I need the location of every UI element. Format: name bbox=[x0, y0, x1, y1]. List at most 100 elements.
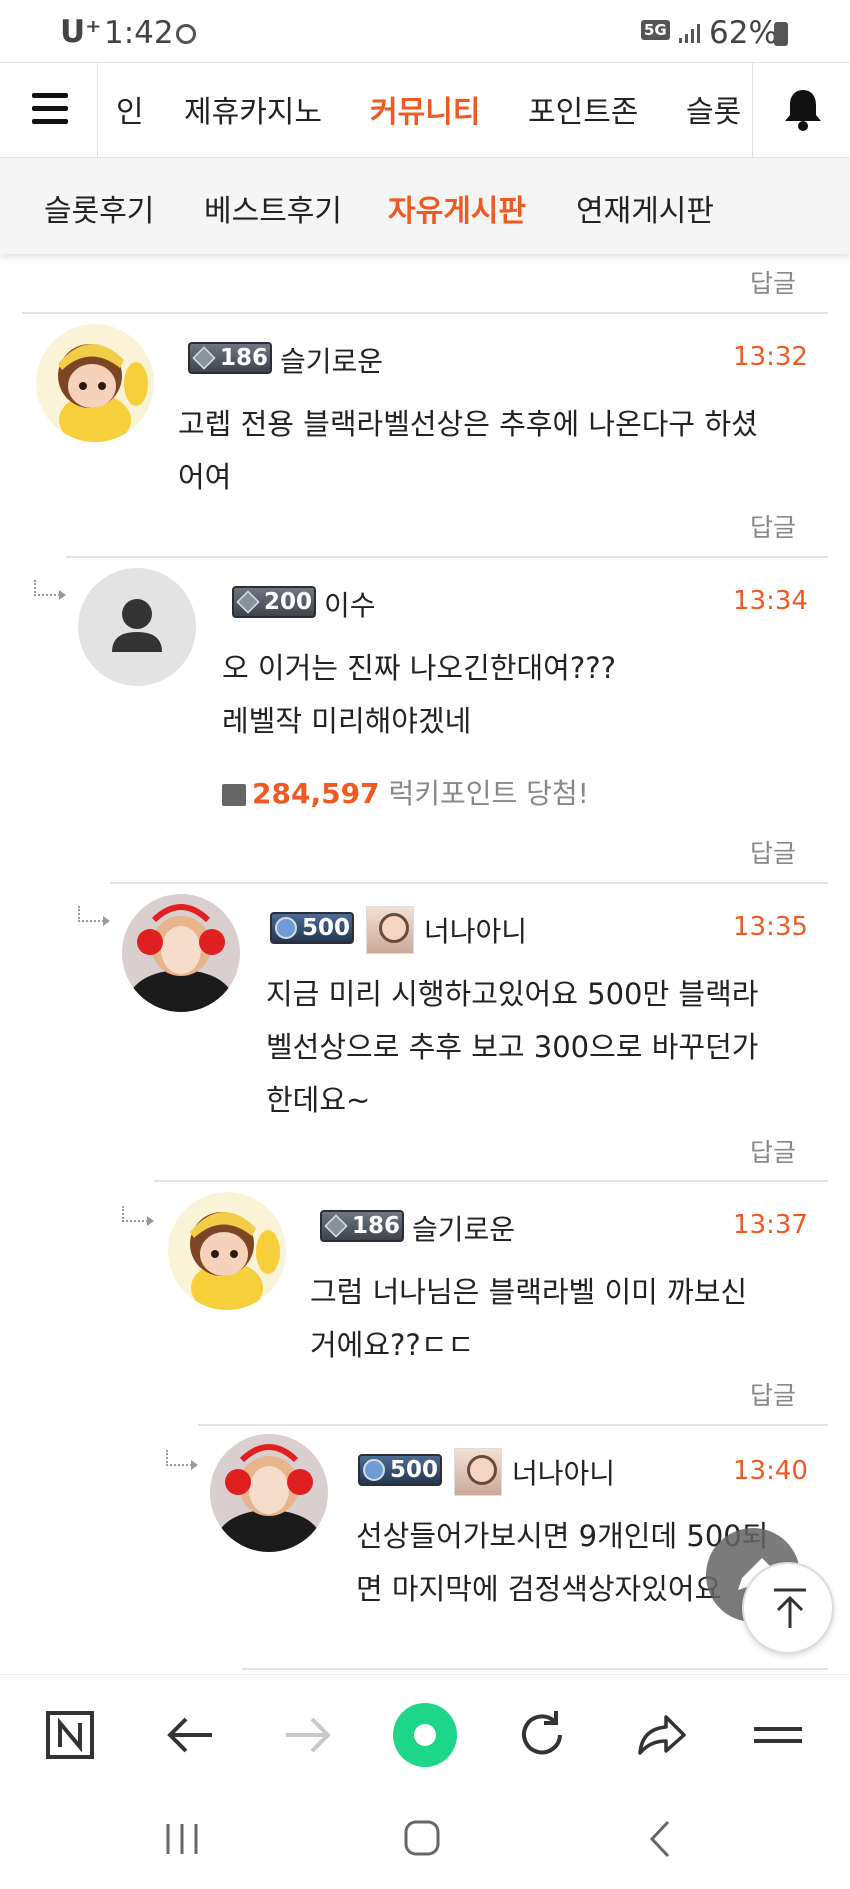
level-number: 500 bbox=[390, 1457, 439, 1483]
naver-home-button[interactable] bbox=[40, 1705, 100, 1765]
alarm-icon bbox=[176, 24, 196, 44]
hamburger-icon bbox=[32, 93, 68, 98]
comment-line: 벨선상으로 추후 보고 300으로 바꾸던가 bbox=[266, 1030, 759, 1064]
forward-button[interactable] bbox=[278, 1705, 338, 1765]
gift-icon bbox=[222, 784, 246, 806]
avatar-image bbox=[168, 1192, 286, 1310]
avatar[interactable] bbox=[122, 894, 240, 1012]
level-badge: 186 bbox=[188, 342, 272, 374]
system-back-button[interactable] bbox=[632, 1814, 692, 1864]
recent-apps-icon bbox=[166, 1824, 198, 1854]
reply-arrow-icon bbox=[34, 580, 66, 600]
reply-link[interactable]: 답글 bbox=[750, 264, 796, 300]
arrow-left-icon bbox=[167, 1717, 212, 1753]
signal-icon bbox=[679, 24, 700, 43]
level-number: 186 bbox=[220, 345, 269, 371]
reply-link[interactable]: 답글 bbox=[750, 508, 796, 544]
level-number: 200 bbox=[264, 589, 313, 615]
divider bbox=[110, 882, 828, 884]
browser-menu-button[interactable] bbox=[748, 1705, 808, 1765]
avatar-image bbox=[210, 1434, 328, 1552]
lucky-text: 럭키포인트 당첨! bbox=[388, 777, 589, 810]
level-badge: 200 bbox=[232, 586, 316, 618]
comment-time: 13:40 bbox=[733, 1456, 808, 1486]
menu-button[interactable] bbox=[0, 63, 98, 157]
comment-line: 선상들어가보시면 9개인데 500되 bbox=[356, 1519, 769, 1553]
status-bar: U⁺ 1:42 5G 62% bbox=[0, 0, 850, 62]
tab-community[interactable]: 커뮤니티 bbox=[370, 87, 480, 131]
tab-slot[interactable]: 슬롯 bbox=[686, 87, 741, 131]
divider bbox=[66, 556, 828, 558]
tab-best-review[interactable]: 베스트후기 bbox=[204, 186, 342, 230]
reply-arrow-icon bbox=[122, 1206, 154, 1226]
refresh-button[interactable] bbox=[512, 1705, 572, 1765]
level-number: 500 bbox=[302, 915, 351, 941]
comment-line: 그럼 너나님은 블랙라벨 이미 까보신 bbox=[310, 1275, 748, 1309]
comment-time: 13:37 bbox=[733, 1210, 808, 1240]
tab-serial-board[interactable]: 연재게시판 bbox=[576, 186, 714, 230]
hamburger-icon-line bbox=[32, 106, 68, 111]
comment-time: 13:34 bbox=[733, 586, 808, 616]
browser-toolbar bbox=[0, 1674, 850, 1794]
arrow-right-icon bbox=[286, 1717, 331, 1753]
tab-slot-review[interactable]: 슬롯후기 bbox=[44, 186, 154, 230]
level-icon bbox=[324, 1214, 348, 1238]
divider bbox=[198, 1424, 828, 1426]
system-nav-bar bbox=[0, 1794, 850, 1889]
share-icon bbox=[638, 1715, 686, 1755]
avatar[interactable] bbox=[78, 568, 196, 686]
share-button[interactable] bbox=[630, 1705, 690, 1765]
comment-line: 오 이거는 진짜 나오긴한대여??? bbox=[222, 651, 616, 685]
level-icon bbox=[236, 590, 260, 614]
sub-nav: 슬롯후기 베스트후기 자유게시판 연재게시판 bbox=[0, 158, 850, 254]
comment-time: 13:35 bbox=[733, 912, 808, 942]
network-badge: 5G bbox=[641, 20, 670, 40]
level-badge: 500 bbox=[270, 912, 354, 944]
naver-icon bbox=[46, 1711, 94, 1759]
nickname[interactable]: 너나아니 bbox=[512, 1452, 615, 1492]
reply-arrow-icon bbox=[78, 906, 110, 926]
recent-apps-button[interactable] bbox=[152, 1814, 212, 1864]
nickname[interactable]: 이수 bbox=[324, 584, 376, 624]
reply-arrow-icon bbox=[166, 1450, 198, 1470]
back-button[interactable] bbox=[160, 1705, 220, 1765]
level-icon bbox=[363, 1459, 385, 1481]
avatar-image bbox=[36, 324, 154, 442]
level-badge: 500 bbox=[358, 1454, 442, 1486]
main-tabs: 인 제휴카지노 커뮤니티 포인트존 슬롯 bbox=[98, 63, 750, 157]
tab-partner-casino[interactable]: 제휴카지노 bbox=[184, 87, 322, 131]
divider bbox=[154, 1180, 828, 1182]
comment-body: 오 이거는 진짜 나오긴한대여??? 레벨작 미리해야겠네 bbox=[222, 642, 616, 748]
reply-link[interactable]: 답글 bbox=[750, 1376, 796, 1412]
comment-body: 고렙 전용 블랙라벨선상은 추후에 나온다구 하셨 어여 bbox=[178, 398, 758, 504]
comment-line: 레벨작 미리해야겠네 bbox=[222, 704, 472, 738]
avatar-image bbox=[122, 894, 240, 1012]
nickname[interactable]: 슬기로운 bbox=[280, 340, 383, 380]
nickname[interactable]: 너나아니 bbox=[424, 910, 527, 950]
bell-icon bbox=[785, 90, 821, 131]
hamburger-icon-line bbox=[32, 119, 68, 124]
menu-lines-icon bbox=[754, 1727, 802, 1743]
avatar[interactable] bbox=[36, 324, 154, 442]
reply-link[interactable]: 답글 bbox=[750, 1133, 796, 1169]
comment-line: 지금 미리 시행하고있어요 500만 블랙라 bbox=[266, 977, 759, 1011]
divider bbox=[242, 1668, 828, 1670]
avatar[interactable] bbox=[210, 1434, 328, 1552]
notification-button[interactable] bbox=[752, 63, 850, 157]
tab-partial[interactable]: 인 bbox=[116, 87, 144, 131]
reply-link[interactable]: 답글 bbox=[750, 834, 796, 870]
tab-free-board[interactable]: 자유게시판 bbox=[388, 186, 526, 230]
battery-icon bbox=[774, 22, 788, 46]
tab-point-zone[interactable]: 포인트존 bbox=[528, 87, 638, 131]
comment-body: 그럼 너나님은 블랙라벨 이미 까보신 거에요??ㄷㄷ bbox=[310, 1266, 747, 1372]
comment-line: 거에요??ㄷㄷ bbox=[310, 1328, 475, 1362]
scroll-top-button[interactable] bbox=[742, 1562, 834, 1654]
home-button[interactable] bbox=[392, 1814, 452, 1864]
level-icon bbox=[275, 917, 297, 939]
nickname[interactable]: 슬기로운 bbox=[412, 1208, 515, 1248]
comment-line: 고렙 전용 블랙라벨선상은 추후에 나온다구 하셨 bbox=[178, 407, 758, 441]
green-dot-button[interactable] bbox=[392, 1702, 458, 1768]
avatar[interactable] bbox=[168, 1192, 286, 1310]
clock: 1:42 bbox=[104, 15, 174, 51]
comment-line: 어여 bbox=[178, 460, 232, 494]
